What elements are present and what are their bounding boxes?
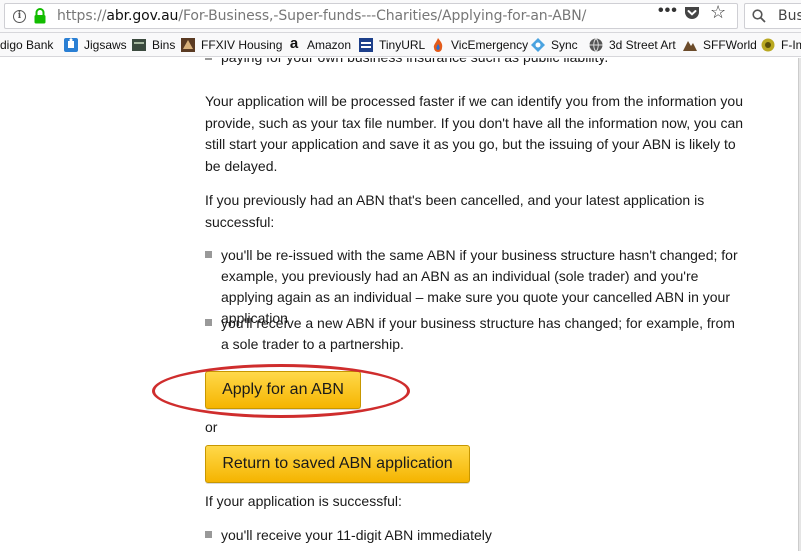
lock-icon[interactable] <box>33 7 47 25</box>
bookmark-bins[interactable]: Bins <box>131 37 175 53</box>
bookmark-3d-street-art[interactable]: 3d Street Art <box>588 37 676 53</box>
leaf-icon <box>760 37 776 53</box>
apply-for-abn-button[interactable]: Apply for an ABN <box>205 371 361 409</box>
amazon-icon: a <box>289 35 299 52</box>
bookmark-star-icon[interactable]: ☆ <box>710 2 726 23</box>
paragraph-identification: Your application will be processed faste… <box>205 93 744 174</box>
list-item-text: paying for your own business insurance s… <box>221 58 746 68</box>
bookmark-f-im[interactable]: F-Im <box>760 37 801 53</box>
navigation-toolbar: i https://abr.gov.au/For-Business,-Super… <box>0 0 801 33</box>
bookmark-label: digo Bank <box>0 38 54 52</box>
page-content: paying for your own business insurance s… <box>0 58 799 551</box>
info-icon[interactable]: i <box>13 10 26 23</box>
url-text[interactable]: https://abr.gov.au/For-Business,-Super-f… <box>57 8 586 24</box>
url-bar[interactable]: i https://abr.gov.au/For-Business,-Super… <box>4 3 738 29</box>
pocket-icon[interactable] <box>684 6 700 20</box>
bin-icon <box>131 37 147 53</box>
bullet-marker <box>205 531 212 538</box>
page-actions-menu-icon[interactable]: ••• <box>658 2 678 20</box>
list-item-text: you'll receive your 11-digit ABN immedia… <box>221 527 492 543</box>
sync-icon <box>530 37 546 53</box>
bookmark-label: F-Im <box>781 38 801 52</box>
bookmark-label: Sync <box>551 38 578 52</box>
bookmark-jigsaws[interactable]: Jigsaws <box>63 37 127 53</box>
bookmark-label: SFFWorld <box>703 38 757 52</box>
bookmark-vicemergency[interactable]: VicEmergency <box>430 37 528 53</box>
list-item-text: you'll receive a new ABN if your busines… <box>221 315 735 352</box>
bookmark-label: VicEmergency <box>451 38 529 52</box>
bookmark-ffxiv-housing[interactable]: FFXIV Housing <box>180 37 282 53</box>
fire-icon <box>430 37 446 53</box>
bookmark-bank[interactable]: digo Bank <box>0 37 53 53</box>
bookmark-sync[interactable]: Sync <box>530 37 578 53</box>
bookmark-tinyurl[interactable]: TinyURL <box>358 37 425 53</box>
puzzle-icon <box>63 37 79 53</box>
url-path: /For-Business,-Super-funds---Charities/A… <box>178 8 587 24</box>
bookmark-label: Amazon <box>307 38 352 52</box>
url-prefix: https:// <box>57 8 107 24</box>
or-separator: or <box>205 419 218 435</box>
bullet-marker <box>205 58 212 60</box>
bookmark-label: Bins <box>152 38 176 52</box>
sffworld-icon <box>682 37 698 53</box>
globe-icon <box>588 37 604 53</box>
bookmark-sffworld[interactable]: SFFWorld <box>682 37 757 53</box>
bookmark-label: 3d Street Art <box>609 38 676 52</box>
search-text: Busi <box>778 8 801 24</box>
bookmarks-toolbar: digo Bank Jigsaws Bins FFXIV Housing a A… <box>0 33 801 57</box>
bookmark-label: TinyURL <box>379 38 426 52</box>
ffxiv-icon <box>180 37 196 53</box>
url-host: abr.gov.au <box>106 8 179 24</box>
paragraph-previous-abn: If you previously had an ABN that's been… <box>205 192 705 230</box>
bookmark-label: FFXIV Housing <box>201 38 283 52</box>
tinyurl-icon <box>358 37 374 53</box>
search-icon <box>752 9 766 23</box>
bullet-marker <box>205 319 212 326</box>
bookmark-amazon[interactable]: a Amazon <box>286 35 352 53</box>
paragraph-if-successful: If your application is successful: <box>205 493 402 509</box>
bullet-marker <box>205 251 212 258</box>
search-bar[interactable]: Busi <box>744 3 801 29</box>
bookmark-label: Jigsaws <box>84 38 127 52</box>
return-to-saved-application-button[interactable]: Return to saved ABN application <box>205 445 470 483</box>
